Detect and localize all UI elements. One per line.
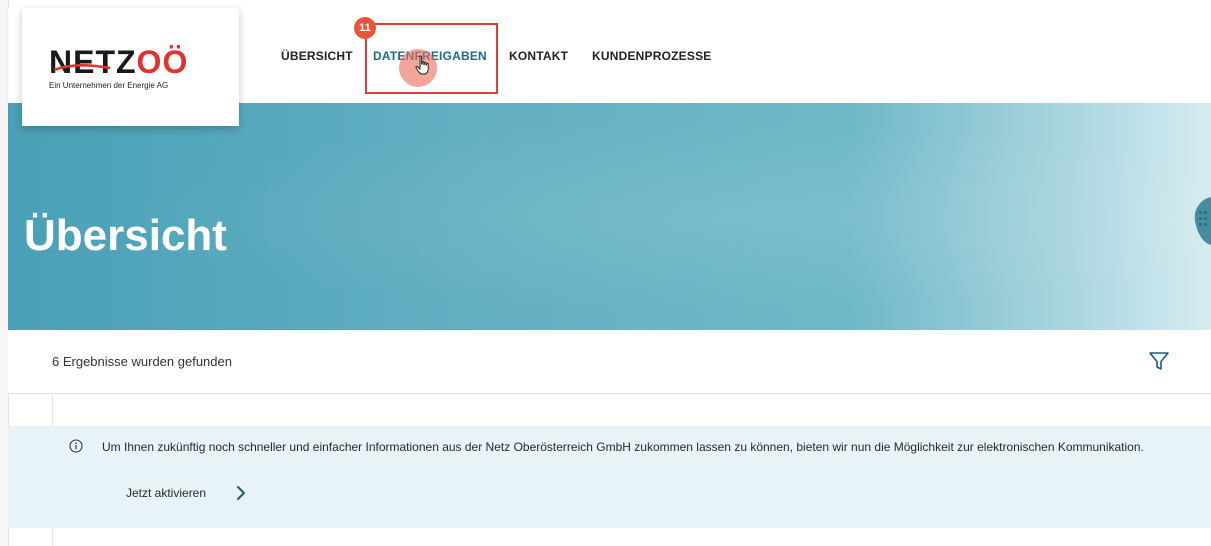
activate-link[interactable]: Jetzt aktivieren xyxy=(126,486,206,500)
info-banner: Um Ihnen zukünftig noch schneller und ei… xyxy=(8,426,1211,528)
logo[interactable]: NETZOÖ Ein Unternehmen der Energie AG xyxy=(22,8,239,126)
logo-oo-text: OÖ xyxy=(136,44,189,80)
logo-swoosh-icon xyxy=(53,64,111,72)
browser-page: NETZOÖ Ein Unternehmen der Energie AG ÜB… xyxy=(0,0,1211,546)
info-circle-icon xyxy=(69,439,83,453)
hero-banner: Übersicht xyxy=(8,103,1211,330)
page-title: Übersicht xyxy=(24,211,227,260)
results-count: 6 Ergebnisse wurden gefunden xyxy=(52,354,232,369)
hero-decoration-icon xyxy=(1194,197,1211,245)
nav-kontakt[interactable]: KONTAKT xyxy=(509,49,568,63)
hand-pointer-icon xyxy=(415,55,429,75)
filter-funnel-icon[interactable] xyxy=(1147,349,1171,373)
info-message: Um Ihnen zukünftig noch schneller und ei… xyxy=(102,440,1144,454)
nav-uebersicht[interactable]: ÜBERSICHT xyxy=(281,49,353,63)
chevron-right-icon[interactable] xyxy=(234,484,248,502)
logo-tagline: Ein Unternehmen der Energie AG xyxy=(49,81,169,90)
results-bar: 6 Ergebnisse wurden gefunden xyxy=(8,330,1211,394)
step-badge: 11 xyxy=(354,17,376,39)
nav-kundenprozesse[interactable]: KUNDENPROZESSE xyxy=(592,49,711,63)
